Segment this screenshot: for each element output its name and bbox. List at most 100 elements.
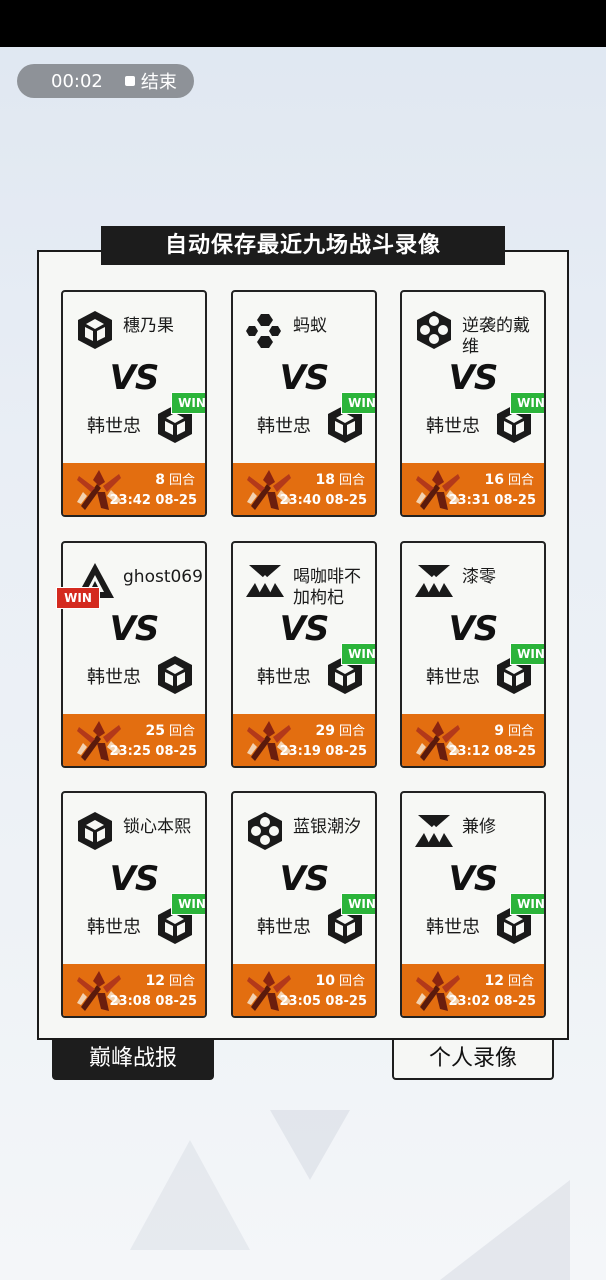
match-info-footer: 9 回合 23:12 08-25 bbox=[402, 714, 544, 766]
round-unit: 回合 bbox=[168, 974, 195, 989]
round-unit: 回合 bbox=[507, 473, 534, 488]
opponent-name: 喝咖啡不加枸杞 bbox=[293, 567, 361, 608]
recording-timer: 00:02 bbox=[51, 70, 103, 92]
hexagon-cluster-icon bbox=[414, 310, 454, 350]
replay-card[interactable]: 蓝银潮汐 VS 韩世忠 WIN 10 回合 23:05 08-25 bbox=[231, 791, 377, 1018]
match-info-footer: 12 回合 23:02 08-25 bbox=[402, 964, 544, 1016]
match-timestamp: 23:25 08-25 bbox=[109, 744, 197, 759]
win-badge: WIN bbox=[510, 643, 544, 665]
round-unit: 回合 bbox=[168, 473, 195, 488]
win-badge: WIN bbox=[510, 392, 544, 414]
replay-card[interactable]: 漆零 VS 韩世忠 WIN 9 回合 23:12 08-25 bbox=[400, 541, 546, 768]
match-timestamp: 23:12 08-25 bbox=[448, 744, 536, 759]
match-timestamp: 23:08 08-25 bbox=[109, 994, 197, 1009]
player-name: 韩世忠 bbox=[426, 416, 480, 437]
stop-icon bbox=[124, 76, 135, 86]
cube-icon bbox=[75, 310, 115, 350]
round-value: 25 bbox=[145, 723, 165, 739]
win-badge: WIN bbox=[56, 587, 100, 609]
match-info-footer: 8 回合 23:42 08-25 bbox=[63, 463, 205, 515]
round-value: 8 bbox=[155, 472, 165, 488]
match-timestamp: 23:02 08-25 bbox=[448, 994, 536, 1009]
opponent-name: 兼修 bbox=[462, 817, 496, 837]
background-triangle-icon bbox=[440, 1180, 570, 1280]
replay-card[interactable]: 喝咖啡不加枸杞 VS 韩世忠 WIN 29 回合 23:19 08-25 bbox=[231, 541, 377, 768]
round-value: 18 bbox=[315, 472, 335, 488]
match-info-footer: 18 回合 23:40 08-25 bbox=[233, 463, 375, 515]
match-info-footer: 25 回合 23:25 08-25 bbox=[63, 714, 205, 766]
round-value: 9 bbox=[494, 723, 504, 739]
win-badge: WIN bbox=[341, 392, 375, 414]
round-value: 10 bbox=[315, 973, 335, 989]
hexagon-dots-icon bbox=[245, 310, 285, 350]
opponent-name: 锁心本熙 bbox=[123, 817, 191, 837]
hexagon-cluster-icon bbox=[245, 811, 285, 851]
replay-card[interactable]: 逆袭的戴维 VS 韩世忠 WIN 16 回合 23:31 08-25 bbox=[400, 290, 546, 517]
player-name: 韩世忠 bbox=[426, 917, 480, 938]
win-badge: WIN bbox=[171, 392, 205, 414]
player-name: 韩世忠 bbox=[426, 667, 480, 688]
round-count: 16 回合 bbox=[485, 469, 535, 488]
vs-label: VS bbox=[109, 609, 160, 649]
background-triangle-icon bbox=[130, 1140, 250, 1250]
round-value: 16 bbox=[484, 472, 504, 488]
round-count: 18 回合 bbox=[316, 469, 366, 488]
round-count: 8 回合 bbox=[155, 469, 195, 488]
cube-icon bbox=[155, 655, 195, 695]
player-name: 韩世忠 bbox=[87, 667, 141, 688]
system-status-bar bbox=[0, 0, 606, 47]
player-name: 韩世忠 bbox=[257, 416, 311, 437]
opponent-name: 穗乃果 bbox=[123, 316, 174, 336]
replay-card[interactable]: ghost069 VS 韩世忠 25 回合 23:25 08-25 bbox=[61, 541, 207, 768]
player-name: 韩世忠 bbox=[257, 917, 311, 938]
round-unit: 回合 bbox=[507, 724, 534, 739]
round-unit: 回合 bbox=[338, 724, 365, 739]
opponent-name: 漆零 bbox=[462, 567, 496, 587]
recording-indicator[interactable]: 00:02 结束 bbox=[17, 64, 194, 98]
match-timestamp: 23:40 08-25 bbox=[279, 493, 367, 508]
triforce-icon bbox=[414, 561, 454, 601]
opponent-name: ghost069 bbox=[123, 567, 203, 587]
opponent-name: 逆袭的戴维 bbox=[462, 316, 530, 357]
win-badge: WIN bbox=[171, 893, 205, 915]
round-unit: 回合 bbox=[338, 974, 365, 989]
match-info-footer: 29 回合 23:19 08-25 bbox=[233, 714, 375, 766]
triforce-icon bbox=[245, 561, 285, 601]
round-value: 12 bbox=[484, 973, 504, 989]
round-count: 25 回合 bbox=[146, 720, 196, 739]
round-unit: 回合 bbox=[338, 473, 365, 488]
match-timestamp: 23:31 08-25 bbox=[448, 493, 536, 508]
player-name: 韩世忠 bbox=[87, 917, 141, 938]
win-badge: WIN bbox=[341, 893, 375, 915]
match-timestamp: 23:19 08-25 bbox=[279, 744, 367, 759]
tab-peak-report[interactable]: 巅峰战报 bbox=[52, 1040, 214, 1080]
match-timestamp: 23:05 08-25 bbox=[279, 994, 367, 1009]
round-count: 10 回合 bbox=[316, 970, 366, 989]
replay-card[interactable]: 蚂蚁 VS 韩世忠 WIN 18 回合 23:40 08-25 bbox=[231, 290, 377, 517]
panel-title: 自动保存最近九场战斗录像 bbox=[101, 226, 505, 265]
round-count: 9 回合 bbox=[494, 720, 534, 739]
match-timestamp: 23:42 08-25 bbox=[109, 493, 197, 508]
tab-personal-replays[interactable]: 个人录像 bbox=[392, 1040, 554, 1080]
background-triangle-icon bbox=[270, 1110, 350, 1180]
opponent-name: 蚂蚁 bbox=[293, 316, 327, 336]
win-badge: WIN bbox=[341, 643, 375, 665]
triforce-icon bbox=[414, 811, 454, 851]
player-name: 韩世忠 bbox=[87, 416, 141, 437]
replay-card[interactable]: 锁心本熙 VS 韩世忠 WIN 12 回合 23:08 08-25 bbox=[61, 791, 207, 1018]
round-count: 12 回合 bbox=[146, 970, 196, 989]
round-unit: 回合 bbox=[507, 974, 534, 989]
match-info-footer: 12 回合 23:08 08-25 bbox=[63, 964, 205, 1016]
round-count: 12 回合 bbox=[485, 970, 535, 989]
replay-card[interactable]: 兼修 VS 韩世忠 WIN 12 回合 23:02 08-25 bbox=[400, 791, 546, 1018]
round-count: 29 回合 bbox=[316, 720, 366, 739]
replay-card[interactable]: 穗乃果 VS 韩世忠 WIN 8 回合 23:42 08-25 bbox=[61, 290, 207, 517]
stop-recording-button[interactable]: 结束 bbox=[141, 68, 177, 94]
win-badge: WIN bbox=[510, 893, 544, 915]
round-value: 12 bbox=[145, 973, 165, 989]
opponent-name: 蓝银潮汐 bbox=[293, 817, 361, 837]
round-value: 29 bbox=[315, 723, 335, 739]
match-info-footer: 16 回合 23:31 08-25 bbox=[402, 463, 544, 515]
round-unit: 回合 bbox=[168, 724, 195, 739]
match-info-footer: 10 回合 23:05 08-25 bbox=[233, 964, 375, 1016]
